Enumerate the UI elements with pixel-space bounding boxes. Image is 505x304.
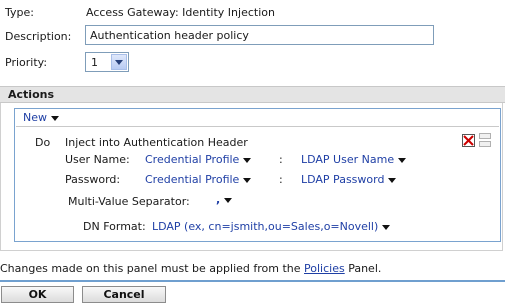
cancel-button[interactable]: Cancel <box>82 286 166 303</box>
apply-note: Changes made on this panel must be appli… <box>0 262 381 275</box>
do-label: Do <box>35 136 51 149</box>
password-value-menu[interactable]: LDAP Password <box>301 173 397 186</box>
priority-label: Priority: <box>5 56 48 69</box>
password-value-label: LDAP Password <box>301 173 385 186</box>
caret-down-icon <box>388 177 397 183</box>
priority-select[interactable]: 1 <box>85 52 129 72</box>
username-label: User Name: <box>65 153 130 166</box>
actions-section-header: Actions <box>0 86 505 103</box>
password-source-label: Credential Profile <box>145 173 240 186</box>
chevron-down-icon <box>115 60 123 65</box>
note-prefix: Changes made on this panel must be appli… <box>0 262 301 275</box>
new-menu-label: New <box>23 111 47 124</box>
caret-down-icon <box>243 157 252 163</box>
caret-down-icon <box>382 224 391 230</box>
username-value-menu[interactable]: LDAP User Name <box>301 153 407 166</box>
priority-value: 1 <box>91 56 98 69</box>
delete-action-button[interactable] <box>462 134 475 147</box>
move-up-arrow-icon[interactable] <box>479 133 491 139</box>
username-source-label: Credential Profile <box>145 153 240 166</box>
username-value-label: LDAP User Name <box>301 153 395 166</box>
multivalue-menu[interactable]: , <box>216 193 233 206</box>
description-label: Description: <box>5 30 72 43</box>
password-label: Password: <box>65 173 121 186</box>
username-colon: : <box>279 153 283 166</box>
policies-link[interactable]: Policies <box>304 262 345 275</box>
priority-dropdown-button[interactable] <box>111 54 127 70</box>
footer-divider <box>0 280 505 282</box>
dn-format-label: DN Format: <box>83 220 146 233</box>
multivalue-label: Multi-Value Separator: <box>68 195 190 208</box>
actions-header-label: Actions <box>8 88 54 101</box>
caret-down-icon <box>243 177 252 183</box>
caret-down-icon <box>224 197 233 203</box>
username-source-menu[interactable]: Credential Profile <box>145 153 252 166</box>
description-input[interactable] <box>85 25 434 45</box>
password-colon: : <box>279 173 283 186</box>
move-down-arrow-icon[interactable] <box>479 141 491 147</box>
dn-format-value: LDAP (ex, cn=jsmith,ou=Sales,o=Novell) <box>152 220 379 233</box>
type-value: Access Gateway: Identity Injection <box>86 6 275 19</box>
action-title: Inject into Authentication Header <box>65 136 248 149</box>
delete-x-icon <box>463 135 474 146</box>
multivalue-value: , <box>216 193 221 206</box>
rule-divider <box>16 126 499 127</box>
move-action-arrows <box>478 132 492 148</box>
new-action-menu[interactable]: New <box>23 111 59 124</box>
type-label: Type: <box>5 6 34 19</box>
caret-down-icon <box>51 115 59 121</box>
ok-button[interactable]: OK <box>1 286 74 303</box>
password-source-menu[interactable]: Credential Profile <box>145 173 252 186</box>
dn-format-menu[interactable]: LDAP (ex, cn=jsmith,ou=Sales,o=Novell) <box>152 220 391 233</box>
caret-down-icon <box>398 157 407 163</box>
note-suffix: Panel. <box>348 262 382 275</box>
